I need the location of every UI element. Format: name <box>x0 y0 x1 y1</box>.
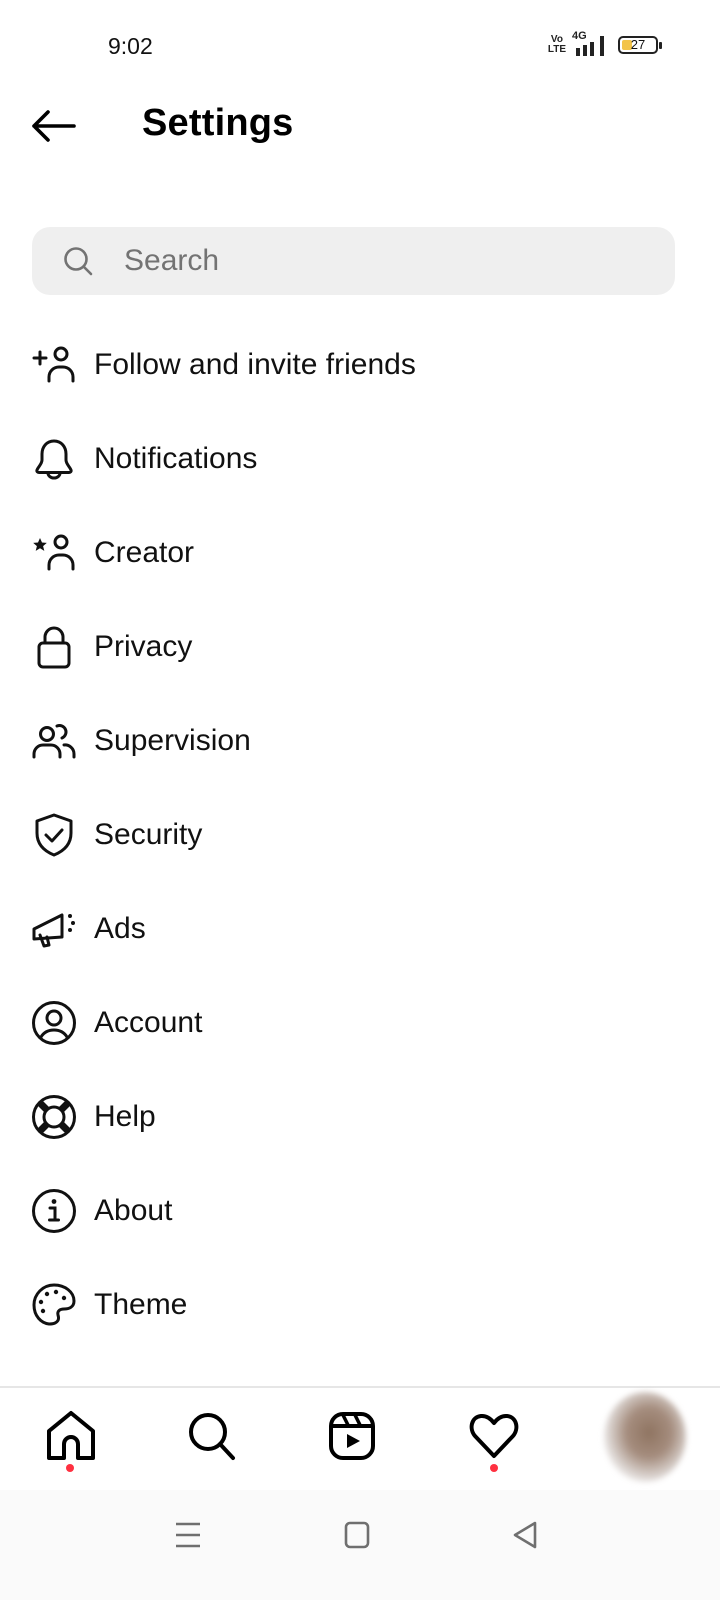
recents-icon <box>176 1522 200 1548</box>
menu-item-label: Privacy <box>94 630 193 663</box>
volte-icon: Vo LTE <box>547 34 566 55</box>
tab-search[interactable] <box>186 1410 238 1462</box>
info-icon <box>32 1189 76 1233</box>
shield-check-icon <box>35 813 73 857</box>
menu-item-label: Notifications <box>94 442 258 475</box>
add-person-icon <box>32 346 75 383</box>
arrow-left-icon <box>32 110 76 142</box>
system-nav-bar <box>0 1490 720 1600</box>
recents-button[interactable] <box>158 1510 218 1560</box>
activity-notification-dot <box>490 1464 498 1472</box>
menu-item-label: Help <box>94 1100 156 1133</box>
battery-icon: 27 <box>618 36 662 54</box>
menu-item-label: Ads <box>94 912 146 945</box>
tab-profile-avatar[interactable] <box>604 1392 686 1482</box>
menu-item-theme[interactable]: Theme <box>0 1258 720 1352</box>
status-time: 9:02 <box>108 33 153 59</box>
tab-reels[interactable] <box>327 1410 379 1462</box>
menu-item-account[interactable]: Account <box>0 976 720 1070</box>
menu-item-privacy[interactable]: Privacy <box>0 600 720 694</box>
menu-item-about[interactable]: About <box>0 1164 720 1258</box>
people-icon <box>32 724 76 759</box>
tab-activity[interactable] <box>468 1410 520 1462</box>
status-bar: 9:02 Vo LTE 4G 27 <box>0 0 720 90</box>
megaphone-icon <box>32 913 75 948</box>
lifebuoy-icon <box>32 1095 76 1139</box>
menu-item-label: Follow and invite friends <box>94 348 416 381</box>
bell-icon <box>35 439 73 480</box>
menu-item-label: Security <box>94 818 203 851</box>
search-icon <box>189 1413 235 1460</box>
header: Settings <box>0 90 720 162</box>
settings-menu: Follow and invite friends Notifications … <box>0 318 720 1352</box>
account-circle-icon <box>32 1001 76 1045</box>
home-icon <box>47 1411 95 1460</box>
signal-icon: 4G <box>572 30 604 56</box>
back-button[interactable] <box>28 106 80 146</box>
search-bar[interactable] <box>32 227 675 295</box>
reels-icon <box>329 1412 375 1460</box>
menu-item-label: About <box>94 1194 173 1227</box>
menu-item-label: Supervision <box>94 724 251 757</box>
tab-home[interactable] <box>45 1410 97 1462</box>
menu-item-supervision[interactable]: Supervision <box>0 694 720 788</box>
menu-item-follow-invite[interactable]: Follow and invite friends <box>0 318 720 412</box>
page-title: Settings <box>142 102 294 144</box>
status-icons: Vo LTE 4G 27 <box>547 30 662 56</box>
menu-item-label: Theme <box>94 1288 188 1321</box>
bottom-tab-bar <box>0 1386 720 1488</box>
menu-item-notifications[interactable]: Notifications <box>0 412 720 506</box>
star-person-icon <box>33 534 75 571</box>
menu-item-label: Account <box>94 1006 203 1039</box>
menu-item-creator[interactable]: Creator <box>0 506 720 600</box>
home-square-icon <box>344 1521 370 1549</box>
menu-item-help[interactable]: Help <box>0 1070 720 1164</box>
battery-percent: 27 <box>630 37 646 52</box>
network-type: 4G <box>572 30 587 42</box>
home-notification-dot <box>66 1464 74 1472</box>
back-triangle-icon <box>513 1521 537 1549</box>
palette-icon <box>32 1283 76 1326</box>
lock-icon <box>37 626 71 669</box>
heart-icon <box>469 1413 519 1458</box>
menu-item-ads[interactable]: Ads <box>0 882 720 976</box>
menu-item-security[interactable]: Security <box>0 788 720 882</box>
home-system-button[interactable] <box>327 1510 387 1560</box>
back-system-button[interactable] <box>495 1510 555 1560</box>
search-icon <box>64 247 93 276</box>
search-input[interactable] <box>124 227 644 295</box>
menu-item-label: Creator <box>94 536 195 569</box>
